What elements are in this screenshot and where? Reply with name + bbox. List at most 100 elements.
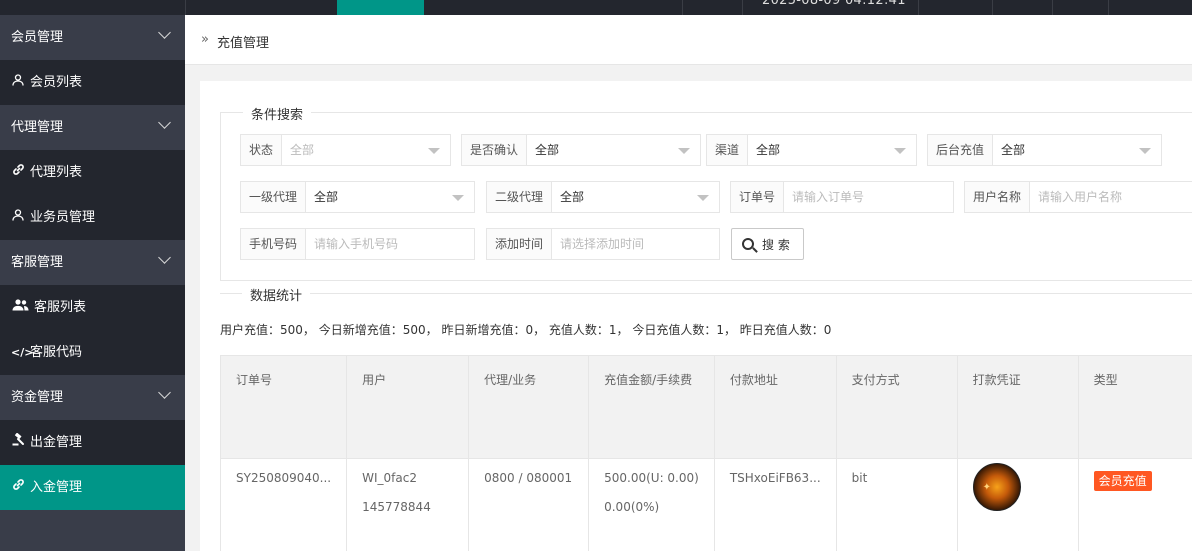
user-name: WI_0fac2 xyxy=(362,471,417,485)
users-icon xyxy=(11,285,29,330)
channel-select[interactable]: 渠道 全部 xyxy=(706,134,917,166)
sidebar-item-service-list[interactable]: 客服列表 xyxy=(0,285,185,330)
top-tab-divider xyxy=(185,0,186,15)
agent2-label: 二级代理 xyxy=(487,182,553,212)
username-label: 用户名称 xyxy=(965,182,1031,212)
caret-down-icon xyxy=(678,148,690,154)
agent1-select[interactable]: 一级代理 全部 xyxy=(240,181,475,213)
search-button[interactable]: 搜 索 xyxy=(731,228,804,260)
top-tab-active[interactable] xyxy=(337,0,424,15)
sidebar-item-agent-list[interactable]: 代理列表 xyxy=(0,150,185,195)
col-header: 订单号 xyxy=(219,355,348,459)
double-chevron-right-icon: » xyxy=(201,32,209,47)
sidebar-item-member-list[interactable]: 会员列表 xyxy=(0,60,185,105)
sidebar-item-service-code[interactable]: </> 客服代码 xyxy=(0,330,185,375)
top-tab-divider xyxy=(992,0,993,15)
sidebar-group-label: 代理管理 xyxy=(11,120,64,135)
sidebar-item-label: 业务员管理 xyxy=(30,210,96,225)
phone-label: 手机号码 xyxy=(241,229,307,259)
channel-label: 渠道 xyxy=(707,135,749,165)
backend-recharge-select[interactable]: 后台充值 全部 xyxy=(927,134,1162,166)
status-value: 全部 xyxy=(282,135,450,165)
chevron-down-icon xyxy=(158,116,171,129)
username-field[interactable]: 用户名称 请输入用户名称 xyxy=(964,181,1192,213)
agent1-value: 全部 xyxy=(306,182,474,212)
caret-down-icon xyxy=(697,195,709,201)
phone-input[interactable]: 请输入手机号码 xyxy=(306,229,474,259)
link-icon xyxy=(11,150,25,195)
cell-proof: ✦ xyxy=(956,458,1079,551)
sidebar-item-label: 出金管理 xyxy=(30,435,83,450)
deposit-table: 订单号 用户 代理/业务 充值金额/手续费 付款地址 支付方式 打款凭证 类型 … xyxy=(219,355,1192,551)
sidebar-item-label: 客服代码 xyxy=(30,345,83,360)
top-tab-divider xyxy=(1052,0,1053,15)
sidebar-group-service[interactable]: 客服管理 xyxy=(0,240,185,285)
agent1-label: 一级代理 xyxy=(241,182,307,212)
caret-down-icon xyxy=(1139,148,1151,154)
payment-proof-thumbnail[interactable]: ✦ xyxy=(972,463,1021,511)
agent2-select[interactable]: 二级代理 全部 xyxy=(486,181,720,213)
sidebar-group-funds[interactable]: 资金管理 xyxy=(0,375,185,420)
table-row[interactable]: SY250809040... WI_0fac2 145778844 0800 /… xyxy=(219,458,1192,551)
sidebar-item-withdraw[interactable]: 出金管理 xyxy=(0,420,185,465)
channel-value: 全部 xyxy=(748,135,916,165)
col-header: 代理/业务 xyxy=(468,355,590,459)
confirmed-label: 是否确认 xyxy=(462,135,528,165)
confirmed-select[interactable]: 是否确认 全部 xyxy=(461,134,701,166)
phone-field[interactable]: 手机号码 请输入手机号码 xyxy=(240,228,475,260)
add-time-field[interactable]: 添加时间 请选择添加时间 xyxy=(486,228,720,260)
breadcrumb-current: 充值管理 xyxy=(217,36,270,51)
chevron-down-icon xyxy=(158,251,171,264)
sidebar-item-label: 代理列表 xyxy=(30,165,83,180)
order-no-label: 订单号 xyxy=(731,182,785,212)
table-header-row: 订单号 用户 代理/业务 充值金额/手续费 付款地址 支付方式 打款凭证 类型 xyxy=(219,355,1192,459)
add-time-label: 添加时间 xyxy=(487,229,553,259)
search-icon xyxy=(742,238,754,250)
breadcrumb: » 充值管理 xyxy=(185,15,1192,65)
top-bar: 2025-08-09 04:12:41 xyxy=(0,0,1192,15)
chevron-down-icon xyxy=(158,386,171,399)
sidebar-item-deposit[interactable]: 入金管理 xyxy=(0,465,185,510)
cell-agent: 0800 / 080001 xyxy=(468,458,590,551)
stats-summary: 用户充值：500， 今日新增充值：500， 昨日新增充值：0， 充值人数：1， … xyxy=(220,323,832,337)
caret-down-icon xyxy=(428,148,440,154)
status-select[interactable]: 状态 全部 xyxy=(240,134,451,166)
order-no-input[interactable]: 请输入订单号 xyxy=(784,182,953,212)
content-panel: 条件搜索 状态 全部 是否确认 全部 渠道 全部 后台充值 全部 一级代理 全部… xyxy=(200,81,1192,551)
top-tab-divider xyxy=(682,0,683,15)
user-icon xyxy=(11,60,25,105)
order-no-field[interactable]: 订单号 请输入订单号 xyxy=(730,181,954,213)
top-tab-divider xyxy=(742,0,743,15)
link-icon xyxy=(11,465,25,510)
col-header: 打款凭证 xyxy=(956,355,1079,459)
stats-legend: 数据统计 xyxy=(242,285,311,304)
search-legend: 条件搜索 xyxy=(243,104,312,123)
col-header: 充值金额/手续费 xyxy=(588,355,715,459)
confirmed-value: 全部 xyxy=(527,135,700,165)
top-tab-divider xyxy=(1108,0,1109,15)
amount-value: 500.00(U: 0.00) xyxy=(604,471,699,485)
cell-type: 会员充值 xyxy=(1077,458,1192,551)
sidebar-group-agents[interactable]: 代理管理 xyxy=(0,105,185,150)
backend-recharge-label: 后台充值 xyxy=(928,135,994,165)
sidebar-item-label: 客服列表 xyxy=(34,300,87,315)
backend-recharge-value: 全部 xyxy=(993,135,1161,165)
main-content: » 充值管理 条件搜索 状态 全部 是否确认 全部 渠道 全部 后台充值 全部 … xyxy=(185,15,1192,551)
cell-amount: 500.00(U: 0.00) 0.00(0%) xyxy=(588,458,715,551)
status-label: 状态 xyxy=(241,135,283,165)
sidebar-item-label: 会员列表 xyxy=(30,75,83,90)
tiger-icon: ✦ xyxy=(982,482,992,493)
username-input[interactable]: 请输入用户名称 xyxy=(1030,182,1192,212)
search-button-label: 搜 索 xyxy=(762,237,790,252)
sidebar-item-salesman[interactable]: 业务员管理 xyxy=(0,195,185,240)
cell-pay-method: bit xyxy=(835,458,958,551)
agent2-value: 全部 xyxy=(552,182,719,212)
sidebar-item-label: 入金管理 xyxy=(30,480,83,495)
col-header: 类型 xyxy=(1077,355,1192,459)
type-badge: 会员充值 xyxy=(1093,471,1152,491)
col-header: 付款地址 xyxy=(713,355,837,459)
user-icon xyxy=(11,195,25,240)
cell-user: WI_0fac2 145778844 xyxy=(346,458,470,551)
add-time-input[interactable]: 请选择添加时间 xyxy=(552,229,719,259)
sidebar-group-members[interactable]: 会员管理 xyxy=(0,15,185,60)
